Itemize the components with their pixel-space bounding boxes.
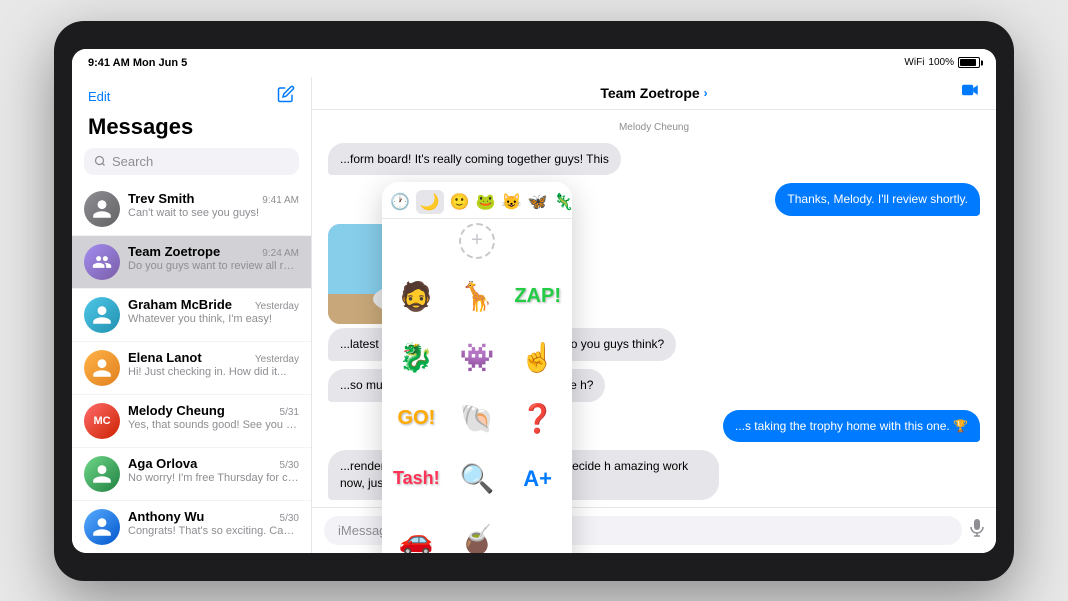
sticker-tab-recent[interactable]: 🕐: [390, 192, 410, 212]
avatar-elena: [84, 350, 120, 386]
ipad-frame: 9:41 AM Mon Jun 5 WiFi 100% Edit: [54, 21, 1014, 581]
sidebar: Edit Messages Search: [72, 77, 312, 553]
sticker-tab-emoji[interactable]: 🙂: [450, 192, 470, 212]
conv-name-melody: Melody Cheung: [128, 403, 225, 418]
conv-name-trev: Trev Smith: [128, 191, 194, 206]
sticker-item-go[interactable]: GO!: [390, 392, 443, 445]
conv-item-team[interactable]: Team Zoetrope 9:24 AM Do you guys want t…: [72, 236, 311, 289]
conv-time-aga: 5/30: [280, 460, 299, 471]
sticker-tab-bar: 🕐 🌙 🙂 🐸 😺 🦋 🦎: [382, 182, 572, 219]
sticker-grid: 🧔 🦒 ZAP! 🐉 👾 ☝️ GO! 🐚 ❓ Tash! 🔍 A+: [382, 263, 572, 553]
add-sticker-button[interactable]: +: [459, 223, 495, 259]
conv-name-aga: Aga Orlova: [128, 456, 197, 471]
sticker-item-foam-finger[interactable]: ☝️: [511, 331, 564, 384]
battery-percent: 100%: [928, 57, 954, 68]
msg-row-1: ...form board! It's really coming togeth…: [328, 143, 980, 176]
sticker-tab-moon[interactable]: 🌙: [416, 190, 444, 214]
sticker-tab-lizard[interactable]: 🦎: [554, 192, 572, 212]
edit-button[interactable]: Edit: [88, 89, 110, 104]
mic-button[interactable]: [970, 519, 984, 542]
sticker-item-car[interactable]: 🚗: [390, 513, 443, 552]
search-bar[interactable]: Search: [84, 148, 299, 175]
conv-item-graham[interactable]: Graham McBride Yesterday Whatever you th…: [72, 289, 311, 342]
sticker-item-zap[interactable]: ZAP!: [511, 271, 564, 324]
chevron-right-icon: ›: [704, 86, 708, 100]
conv-info-trev: Trev Smith 9:41 AM Can't wait to see you…: [128, 191, 299, 219]
sticker-tab-frog[interactable]: 🐸: [476, 192, 496, 212]
avatar-anthony: [84, 509, 120, 545]
bubble-outgoing-2: ...s taking the trophy home with this on…: [723, 410, 980, 443]
conv-preview-anthony: Congrats! That's so exciting. Can't wait…: [128, 525, 299, 537]
sticker-item-tash[interactable]: Tash!: [390, 453, 443, 506]
avatar-trev: [84, 191, 120, 227]
conv-item-elena[interactable]: Elena Lanot Yesterday Hi! Just checking …: [72, 342, 311, 395]
chat-header: Team Zoetrope ›: [312, 77, 996, 110]
conv-item-melody[interactable]: MC Melody Cheung 5/31 Yes, that sounds g…: [72, 395, 311, 448]
messages-title: Messages: [72, 114, 311, 148]
sticker-item-giraffe[interactable]: 🦒: [451, 271, 504, 324]
content-area: Edit Messages Search: [72, 77, 996, 553]
search-icon: [94, 155, 106, 167]
sticker-item-cup[interactable]: 🧉: [451, 513, 504, 552]
battery-fill: [960, 59, 976, 66]
conv-name-elena: Elena Lanot: [128, 350, 202, 365]
battery-icon: [958, 57, 980, 68]
conv-name-team: Team Zoetrope: [128, 244, 220, 259]
chat-title-text: Team Zoetrope: [600, 85, 699, 101]
sticker-item-monster[interactable]: 👾: [451, 331, 504, 384]
avatar-team: [84, 244, 120, 280]
status-bar: 9:41 AM Mon Jun 5 WiFi 100%: [72, 49, 996, 77]
sticker-item-sunglasses[interactable]: 🧔: [390, 271, 443, 324]
conv-time-melody: 5/31: [280, 407, 299, 418]
avatar-aga: [84, 456, 120, 492]
conv-time-trev: 9:41 AM: [262, 195, 299, 206]
conv-preview-trev: Can't wait to see you guys!: [128, 207, 299, 219]
sticker-item-dragon[interactable]: 🐉: [390, 331, 443, 384]
conv-item-aga[interactable]: Aga Orlova 5/30 No worry! I'm free Thurs…: [72, 448, 311, 501]
conversation-list: Trev Smith 9:41 AM Can't wait to see you…: [72, 183, 311, 553]
bubble-incoming-1: ...form board! It's really coming togeth…: [328, 143, 621, 176]
conv-time-anthony: 5/30: [280, 513, 299, 524]
sticker-tab-cat[interactable]: 😺: [502, 192, 522, 212]
sticker-item-question[interactable]: ❓: [511, 392, 564, 445]
status-icons: WiFi 100%: [904, 57, 980, 68]
conv-item-trev[interactable]: Trev Smith 9:41 AM Can't wait to see you…: [72, 183, 311, 236]
conv-item-anthony[interactable]: Anthony Wu 5/30 Congrats! That's so exci…: [72, 501, 311, 553]
conv-preview-melody: Yes, that sounds good! See you then.: [128, 419, 299, 431]
conv-preview-team: Do you guys want to review all renders t…: [128, 260, 299, 272]
video-call-button[interactable]: [962, 83, 980, 102]
sticker-tab-butterfly[interactable]: 🦋: [528, 192, 548, 212]
wifi-icon: WiFi: [904, 57, 924, 68]
sticker-item-grade[interactable]: A+: [511, 453, 564, 506]
sidebar-header: Edit: [72, 77, 311, 114]
conv-info-anthony: Anthony Wu 5/30 Congrats! That's so exci…: [128, 509, 299, 537]
sticker-item-shell[interactable]: 🐚: [451, 392, 504, 445]
sticker-panel: 🕐 🌙 🙂 🐸 😺 🦋 🦎 + 🧔 🦒 ZAP!: [382, 182, 572, 553]
conv-preview-elena: Hi! Just checking in. How did it...: [128, 366, 299, 378]
conv-info-melody: Melody Cheung 5/31 Yes, that sounds good…: [128, 403, 299, 431]
conv-time-graham: Yesterday: [255, 301, 299, 312]
avatar-graham: [84, 297, 120, 333]
search-placeholder: Search: [112, 154, 153, 169]
sticker-item-magnifier[interactable]: 🔍: [451, 453, 504, 506]
conv-time-team: 9:24 AM: [262, 248, 299, 259]
conv-info-graham: Graham McBride Yesterday Whatever you th…: [128, 297, 299, 325]
bubble-outgoing-1: Thanks, Melody. I'll review shortly.: [775, 183, 980, 216]
conv-preview-graham: Whatever you think, I'm easy!: [128, 313, 299, 325]
sender-label-melody: Melody Cheung: [328, 122, 980, 133]
conv-name-graham: Graham McBride: [128, 297, 232, 312]
compose-button[interactable]: [277, 85, 295, 108]
conv-time-elena: Yesterday: [255, 354, 299, 365]
ipad-screen: 9:41 AM Mon Jun 5 WiFi 100% Edit: [72, 49, 996, 553]
conv-name-anthony: Anthony Wu: [128, 509, 204, 524]
avatar-melody: MC: [84, 403, 120, 439]
chat-title: Team Zoetrope ›: [600, 85, 707, 101]
conv-info-aga: Aga Orlova 5/30 No worry! I'm free Thurs…: [128, 456, 299, 484]
conv-info-team: Team Zoetrope 9:24 AM Do you guys want t…: [128, 244, 299, 272]
conv-info-elena: Elena Lanot Yesterday Hi! Just checking …: [128, 350, 299, 378]
conv-preview-aga: No worry! I'm free Thursday for coffee o…: [128, 472, 299, 484]
status-time: 9:41 AM Mon Jun 5: [88, 57, 187, 69]
